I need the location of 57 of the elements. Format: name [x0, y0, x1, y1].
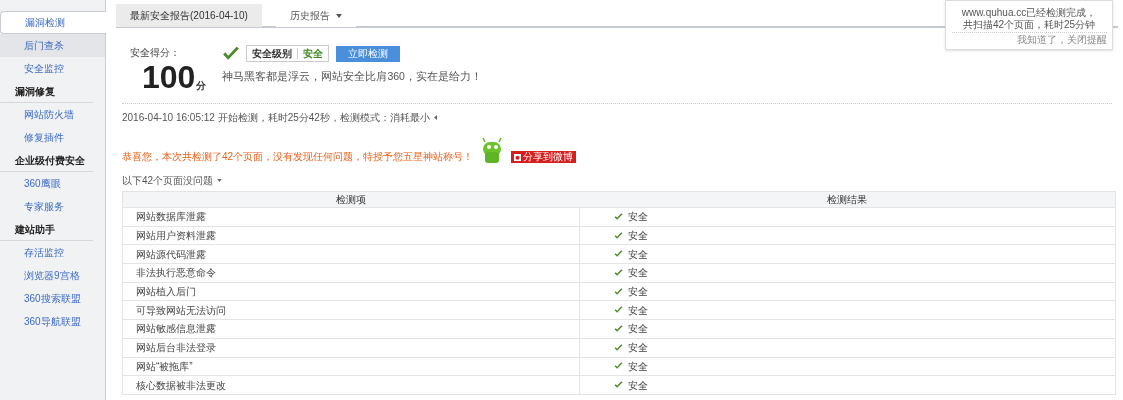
congratulation-message: 恭喜您，本次共检测了42个页面，没有发现任何问题，特授予您五星神站称号！ [122, 150, 474, 164]
table-cell-text: 安全 [628, 322, 648, 337]
table-cell-text: 安全 [628, 303, 648, 318]
table-cell: 可导致网站无法访问 [122, 300, 580, 320]
table-cell-text: 安全 [628, 266, 648, 281]
table-cell-text: 安全 [628, 229, 648, 244]
sidebar-item[interactable]: 浏览器9宫格 [0, 264, 105, 287]
sidebar-section-header: 漏洞修复 [0, 80, 93, 103]
check-icon [222, 45, 241, 62]
report-tab[interactable]: 最新安全报告(2016-04-10) [116, 4, 262, 27]
slogan: 神马黑客都是浮云，网站安全比肩360，实在是给力！ [222, 69, 482, 84]
sidebar-item[interactable]: 安全监控 [0, 57, 105, 80]
score-value: 100 [142, 61, 196, 93]
share-weibo-button[interactable]: 分享到微博 [511, 151, 577, 163]
table-cell: 网站源代码泄露 [122, 244, 580, 264]
table-cell: 网站后台非法登录 [122, 338, 580, 357]
scan-now-button[interactable]: 立即检测 [336, 45, 401, 62]
table-cell: 核心数据被非法更改 [122, 375, 580, 395]
table-cell-text: 安全 [628, 247, 648, 262]
table-cell: 网站植入后门 [122, 282, 580, 301]
notification-message: www.quhua.cc已经检测完成， [961, 7, 1097, 19]
column-header: 检测项 [122, 191, 580, 208]
table-cell: 网站敏感信息泄露 [122, 319, 580, 339]
sidebar-item[interactable]: 360搜索联盟 [0, 287, 105, 310]
column-header: 检测结果 [579, 191, 1116, 208]
sidebar-item[interactable]: 360导航联盟 [0, 310, 105, 333]
dismiss-link[interactable]: 我知道了，关闭提醒 [1016, 34, 1107, 46]
table-cell-text: 安全 [628, 341, 648, 356]
table-cell: 网站用户资料泄露 [122, 226, 580, 245]
table-cell: 非法执行恶意命令 [122, 263, 580, 283]
sidebar-item[interactable]: 网站防火墙 [0, 103, 105, 126]
caret-icon [217, 179, 223, 182]
sidebar-item[interactable]: 360鹰眼 [0, 172, 105, 195]
caret-icon [335, 13, 342, 18]
table-cell: 网站数据库泄露 [122, 207, 580, 227]
sidebar-item[interactable]: 漏洞检测 [0, 11, 106, 34]
sidebar-section-header: 建站助手 [0, 218, 93, 241]
arrow-left-icon[interactable] [433, 115, 437, 120]
android-mascot-icon [481, 137, 504, 165]
security-level-value: 安全 [303, 47, 324, 61]
table-cell: 网站“被拖库” [122, 357, 580, 376]
sidebar-item[interactable]: 后门查杀 [0, 34, 105, 57]
sidebar-item[interactable]: 存活监控 [0, 241, 105, 264]
table-cell-text: 安全 [628, 359, 648, 374]
scan-info: 2016-04-10 16:05:12 开始检测，耗时25分42秒，检测模式：消耗最小 [122, 111, 430, 125]
score-unit: 分 [196, 79, 207, 93]
table-cell-text: 安全 [628, 210, 648, 225]
table-cell-text: 安全 [628, 378, 648, 393]
sidebar-item[interactable]: 专家服务 [0, 195, 105, 218]
pages-toggle[interactable]: 以下42个页面没问题 [122, 173, 214, 188]
sidebar-item[interactable]: 修复插件 [0, 126, 105, 149]
sidebar-section-header: 企业级付费安全 [0, 149, 93, 172]
security-level-label: 安全级别 [252, 47, 293, 61]
weibo-icon [514, 153, 522, 161]
score-label: 安全得分： [130, 46, 181, 60]
table-cell-text: 安全 [628, 285, 648, 300]
notification-message: 共扫描42个页面，耗时25分钟 [962, 19, 1096, 31]
